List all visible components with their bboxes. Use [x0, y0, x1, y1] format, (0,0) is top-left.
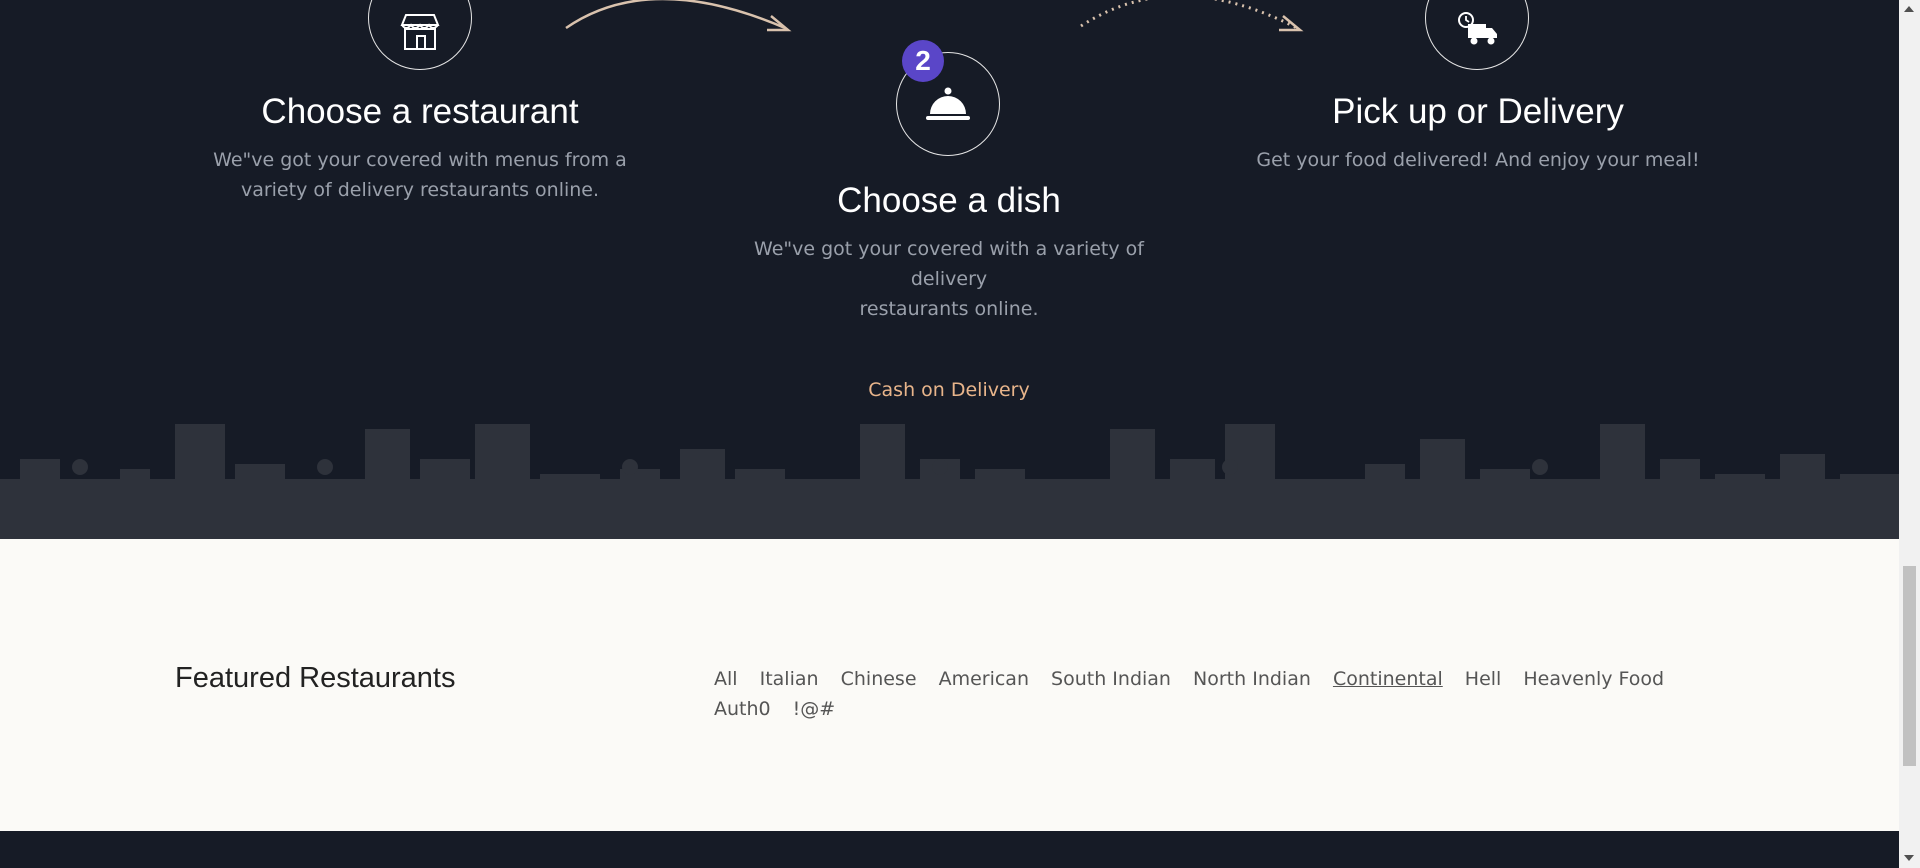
step-desc-restaurant: We"ve got your covered with menus from a…	[213, 149, 627, 201]
filter-continental[interactable]: Continental	[1333, 668, 1443, 690]
restaurant-icon-circle	[368, 0, 472, 70]
filter-south-indian[interactable]: South Indian	[1051, 668, 1171, 690]
cash-on-delivery-link[interactable]: Cash on Delivery	[868, 379, 1029, 401]
step-number-badge: 2	[902, 40, 944, 82]
curved-arrow-icon	[565, 0, 792, 32]
step-desc-delivery: Get your food delivered! And enjoy your …	[1256, 149, 1700, 171]
cuisine-filter-list: All Italian Chinese American South India…	[714, 664, 1714, 724]
filter-special-chars[interactable]: !@#	[793, 698, 836, 720]
footer-section	[0, 831, 1899, 868]
scroll-thumb[interactable]	[1903, 566, 1916, 766]
filter-hell[interactable]: Hell	[1465, 668, 1502, 690]
step-title-restaurant: Choose a restaurant	[261, 92, 579, 131]
filter-all[interactable]: All	[714, 668, 738, 690]
delivery-truck-icon	[1458, 12, 1497, 45]
food-cloche-icon	[926, 87, 970, 120]
filter-auth0[interactable]: Auth0	[714, 698, 771, 720]
filter-north-indian[interactable]: North Indian	[1193, 668, 1311, 690]
how-it-works-section: Choose a restaurant We"ve got your cover…	[0, 0, 1899, 539]
scroll-up-icon[interactable]	[1904, 6, 1914, 12]
dotted-arrow-icon	[1080, 0, 1304, 32]
step-desc-dish: We"ve got your covered with a variety of…	[754, 238, 1144, 320]
store-icon	[400, 14, 440, 50]
filter-italian[interactable]: Italian	[760, 668, 819, 690]
delivery-icon-circle	[1425, 0, 1529, 70]
scroll-down-icon[interactable]	[1904, 855, 1914, 861]
filter-chinese[interactable]: Chinese	[841, 668, 917, 690]
city-skyline-decoration	[0, 424, 1899, 539]
featured-restaurants-title: Featured Restaurants	[175, 662, 456, 694]
page-scrollbar[interactable]	[1899, 0, 1920, 868]
step-title-delivery: Pick up or Delivery	[1332, 92, 1624, 131]
filter-heavenly-food[interactable]: Heavenly Food	[1523, 668, 1664, 690]
step-title-dish: Choose a dish	[837, 181, 1061, 220]
filter-american[interactable]: American	[939, 668, 1029, 690]
